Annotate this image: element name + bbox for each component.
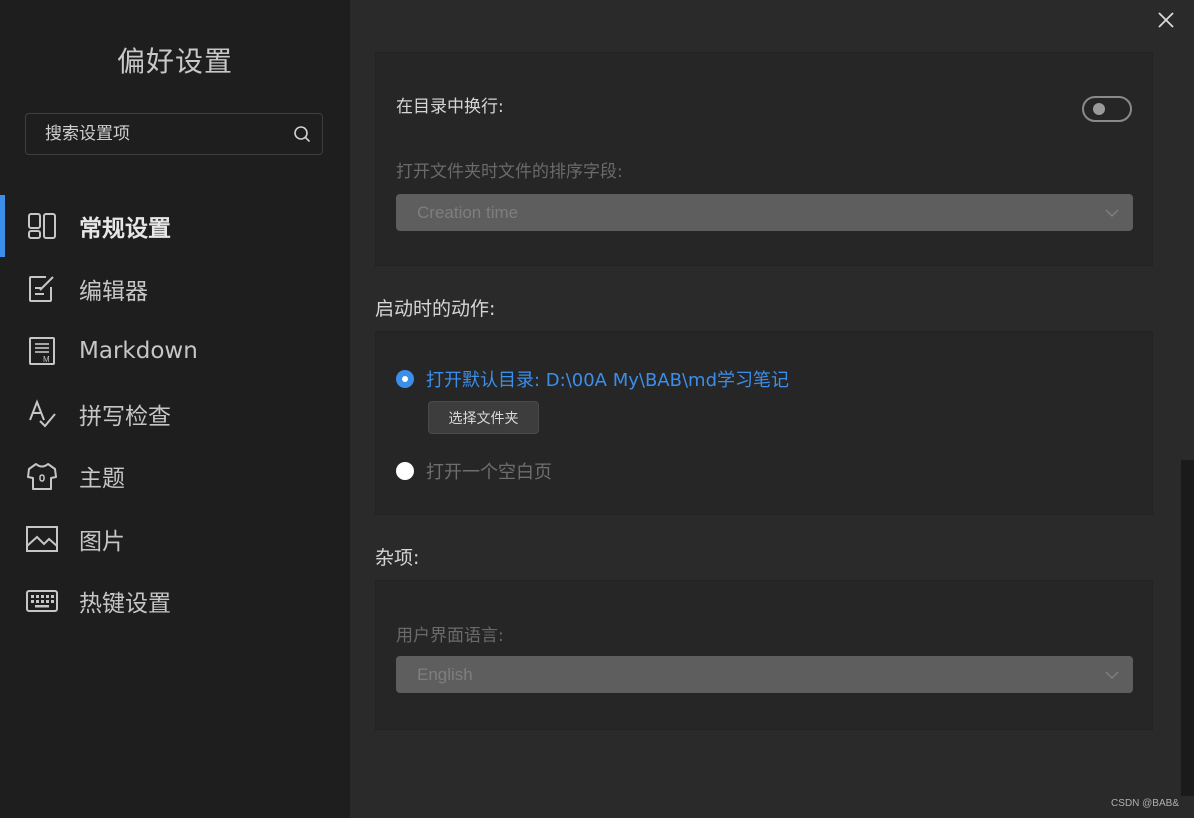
markdown-icon: M: [24, 333, 60, 369]
svg-text:M: M: [43, 355, 50, 364]
misc-card: 用户界面语言: English: [375, 580, 1153, 730]
chevron-down-icon: [1105, 208, 1119, 217]
sidebar-item-label: 图片: [79, 528, 125, 555]
sort-field-select[interactable]: Creation time: [396, 194, 1133, 231]
startup-option-blank-page[interactable]: 打开一个空白页: [396, 458, 552, 484]
sidebar-item-editor[interactable]: 编辑器: [0, 258, 350, 321]
edit-icon: [24, 271, 60, 307]
radio-checked[interactable]: [396, 370, 414, 388]
radio-unchecked[interactable]: [396, 462, 414, 480]
ui-language-select[interactable]: English: [396, 656, 1133, 693]
wrap-in-tree-toggle[interactable]: [1082, 96, 1132, 122]
close-icon: [1158, 12, 1174, 28]
sort-field-value: Creation time: [417, 202, 519, 222]
startup-option-blank-page-label: 打开一个空白页: [426, 462, 552, 483]
spellcheck-icon: [24, 396, 60, 432]
close-button[interactable]: [1156, 10, 1176, 30]
sort-field-label: 打开文件夹时文件的排序字段:: [396, 162, 623, 182]
misc-heading: 杂项:: [375, 547, 420, 569]
folder-settings-card: 在目录中换行: 打开文件夹时文件的排序字段: Creation time: [375, 52, 1153, 266]
keyboard-icon: [24, 583, 60, 619]
sidebar-item-theme[interactable]: 主题: [0, 445, 350, 508]
sidebar-item-label: Markdown: [79, 338, 198, 365]
preferences-window: 偏好设置 常规设置: [0, 0, 1194, 818]
watermark: CSDN @BAB&: [1111, 798, 1179, 809]
search-box[interactable]: [25, 113, 323, 155]
search-icon[interactable]: [292, 124, 312, 144]
search-input[interactable]: [26, 123, 292, 145]
sidebar-item-general[interactable]: 常规设置: [0, 195, 350, 258]
chevron-down-icon: [1105, 670, 1119, 679]
sidebar: 偏好设置 常规设置: [0, 0, 350, 818]
sidebar-item-label: 热键设置: [79, 591, 171, 618]
startup-option-default-dir-label: 打开默认目录: D:\00A My\BAB\md学习笔记: [426, 370, 789, 391]
choose-folder-button[interactable]: 选择文件夹: [428, 401, 539, 434]
sidebar-item-label: 常规设置: [79, 216, 171, 243]
scrollbar[interactable]: [1181, 460, 1194, 796]
theme-shirt-icon: [24, 458, 60, 494]
sidebar-title: 偏好设置: [116, 45, 233, 78]
startup-heading: 启动时的动作:: [375, 298, 496, 320]
sidebar-item-hotkeys[interactable]: 热键设置: [0, 570, 350, 633]
settings-content: 在目录中换行: 打开文件夹时文件的排序字段: Creation time 启动时…: [350, 0, 1194, 818]
sidebar-item-markdown[interactable]: M Markdown: [0, 320, 350, 383]
image-icon: [24, 521, 60, 557]
sidebar-item-label: 拼写检查: [79, 403, 171, 430]
startup-card: 打开默认目录: D:\00A My\BAB\md学习笔记 选择文件夹 打开一个空…: [375, 331, 1153, 515]
layout-icon: [24, 208, 60, 244]
wrap-in-tree-label: 在目录中换行:: [396, 97, 504, 117]
startup-option-default-dir[interactable]: 打开默认目录: D:\00A My\BAB\md学习笔记: [396, 366, 789, 392]
sidebar-item-spellcheck[interactable]: 拼写检查: [0, 383, 350, 446]
ui-language-value: English: [417, 664, 473, 684]
toggle-knob: [1093, 103, 1105, 115]
sidebar-nav: 常规设置 编辑器 M Markdown 拼写检查 主题 图片 热键设置: [0, 195, 350, 633]
sidebar-item-label: 主题: [79, 466, 125, 493]
sidebar-item-label: 编辑器: [79, 278, 148, 305]
sidebar-item-image[interactable]: 图片: [0, 508, 350, 571]
ui-language-label: 用户界面语言:: [396, 626, 504, 646]
